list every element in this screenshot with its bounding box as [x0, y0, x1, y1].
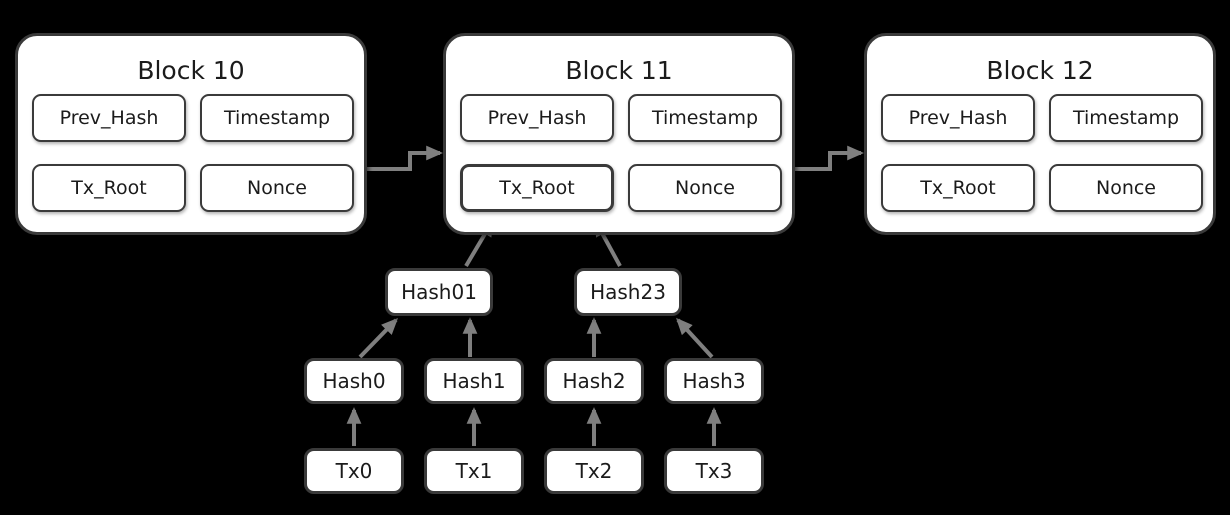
- field-prev-hash-12[interactable]: Prev_Hash: [881, 94, 1035, 142]
- merkle-node-hash0[interactable]: Hash0: [304, 358, 404, 404]
- field-tx-root-11[interactable]: Tx_Root: [460, 164, 614, 212]
- transaction-node-tx0[interactable]: Tx0: [304, 448, 404, 494]
- connector-block10-to-block11: [367, 145, 444, 171]
- merkle-node-hash1[interactable]: Hash1: [424, 358, 524, 404]
- connector-hash3-to-hash23: [675, 317, 714, 359]
- diagram-canvas: Block 10 Prev_Hash Timestamp Tx_Root Non…: [0, 0, 1230, 515]
- transaction-node-tx1[interactable]: Tx1: [424, 448, 524, 494]
- connector-block11-to-block12: [793, 145, 865, 171]
- field-nonce-10[interactable]: Nonce: [200, 164, 354, 212]
- transaction-node-tx2[interactable]: Tx2: [544, 448, 644, 494]
- block-card-11[interactable]: Block 11 Prev_Hash Timestamp Tx_Root Non…: [443, 33, 795, 235]
- field-timestamp-11[interactable]: Timestamp: [628, 94, 782, 142]
- field-timestamp-10[interactable]: Timestamp: [200, 94, 354, 142]
- block-card-10[interactable]: Block 10 Prev_Hash Timestamp Tx_Root Non…: [15, 33, 367, 235]
- transaction-node-tx3[interactable]: Tx3: [664, 448, 764, 494]
- field-tx-root-12[interactable]: Tx_Root: [881, 164, 1035, 212]
- field-nonce-11[interactable]: Nonce: [628, 164, 782, 212]
- block-title-11: Block 11: [565, 56, 673, 85]
- field-timestamp-12[interactable]: Timestamp: [1049, 94, 1203, 142]
- field-prev-hash-11[interactable]: Prev_Hash: [460, 94, 614, 142]
- block-title-10: Block 10: [137, 56, 245, 85]
- field-prev-hash-10[interactable]: Prev_Hash: [32, 94, 186, 142]
- field-nonce-12[interactable]: Nonce: [1049, 164, 1203, 212]
- block-card-12[interactable]: Block 12 Prev_Hash Timestamp Tx_Root Non…: [864, 33, 1216, 235]
- block-title-12: Block 12: [986, 56, 1094, 85]
- connector-hash0-to-hash01: [358, 317, 399, 359]
- merkle-node-hash01[interactable]: Hash01: [385, 268, 493, 316]
- merkle-node-hash2[interactable]: Hash2: [544, 358, 644, 404]
- field-tx-root-10[interactable]: Tx_Root: [32, 164, 186, 212]
- merkle-node-hash23[interactable]: Hash23: [574, 268, 682, 316]
- merkle-node-hash3[interactable]: Hash3: [664, 358, 764, 404]
